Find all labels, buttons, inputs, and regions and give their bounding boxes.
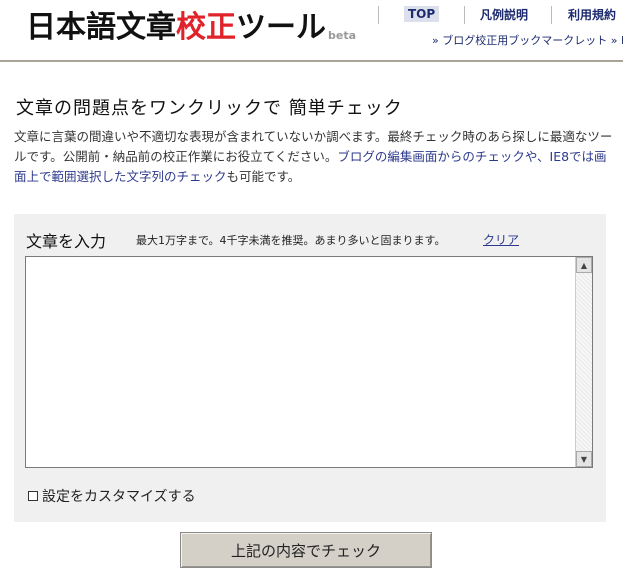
header-divider <box>0 60 623 62</box>
input-title: 文章を入力 <box>26 232 107 251</box>
intro-sentence-end: も可能です。 <box>226 169 301 184</box>
textarea-scrollbar[interactable]: ▲ ▼ <box>575 257 592 467</box>
input-panel: 文章を入力 最大1万字まで。4千字未満を推奨。あまり多いと固まります。 クリア … <box>14 214 606 522</box>
logo-text-tail: ツール <box>236 10 326 45</box>
nav-divider <box>378 6 379 24</box>
scroll-up-icon[interactable]: ▲ <box>576 257 592 273</box>
nav-divider <box>464 6 465 24</box>
nav-legend-link[interactable]: 凡例説明 <box>480 6 528 23</box>
page-headline: 文章の問題点をワンクリックで 簡単チェック <box>16 98 403 119</box>
customize-checkbox[interactable] <box>28 491 38 501</box>
input-note: 最大1万字まで。4千字未満を推奨。あまり多いと固まります。 <box>136 234 446 247</box>
logo-text: 日本語文章 <box>26 10 176 45</box>
bookmarklet-link[interactable]: » ブログ校正用ブックマークレット » IE <box>432 32 623 48</box>
intro-text: 文章に言葉の間違いや不適切な表現が含まれていないか調べます。最終チェック時のあら… <box>14 127 614 187</box>
logo-accent-text: 校正 <box>176 10 236 45</box>
check-button[interactable]: 上記の内容でチェック <box>180 532 432 568</box>
text-input-area[interactable] <box>26 257 576 467</box>
site-logo[interactable]: 日本語文章 校正 ツール beta <box>26 6 356 46</box>
clear-link[interactable]: クリア <box>483 231 519 248</box>
text-input-box: ▲ ▼ <box>25 256 593 468</box>
nav-terms-link[interactable]: 利用規約 <box>568 6 616 23</box>
scroll-down-icon[interactable]: ▼ <box>576 451 592 467</box>
customize-option[interactable]: 設定をカスタマイズする <box>28 486 196 506</box>
nav-divider <box>551 6 552 24</box>
beta-badge: beta <box>328 29 357 42</box>
nav-top-link[interactable]: TOP <box>404 6 440 22</box>
customize-label: 設定をカスタマイズする <box>42 489 196 505</box>
